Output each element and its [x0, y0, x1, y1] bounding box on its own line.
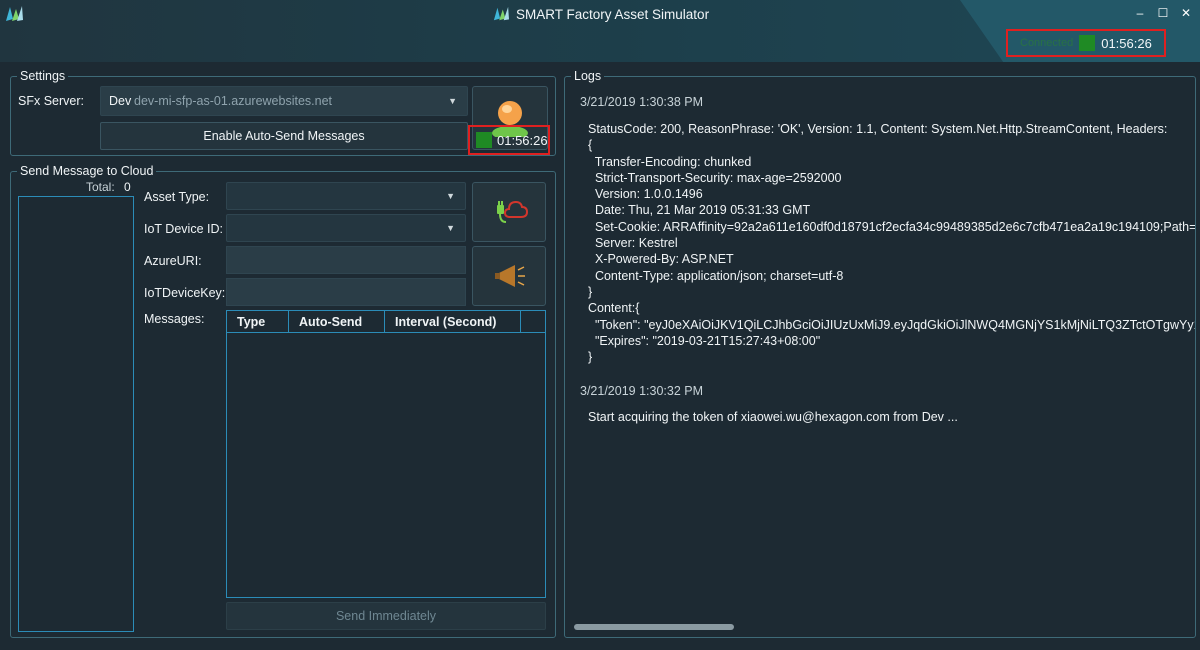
asset-list[interactable]	[18, 196, 134, 632]
title-logo-icon	[493, 6, 509, 21]
session-timer: 01:56:26	[497, 132, 548, 148]
log-line: X-Powered-By: ASP.NET	[588, 252, 734, 267]
log-line: Content:{	[588, 301, 640, 316]
window-title: SMART Factory Asset Simulator	[516, 6, 710, 22]
chevron-down-icon: ▼	[448, 96, 457, 106]
log-entry-body: StatusCode: 200, ReasonPhrase: 'OK', Ver…	[588, 121, 1195, 365]
log-line: Server: Kestrel	[588, 236, 678, 251]
log-line: Date: Thu, 21 Mar 2019 05:31:33 GMT	[588, 203, 811, 218]
device-id-label: IoT Device ID:	[144, 222, 223, 236]
log-line: Version: 1.0.0.1496	[588, 187, 703, 202]
column-interval[interactable]: Interval (Second)	[385, 311, 521, 332]
connection-status-text: Connected	[1020, 37, 1074, 49]
server-host: dev-mi-sfp-as-01.azurewebsites.net	[134, 94, 332, 108]
enable-auto-send-button[interactable]: Enable Auto-Send Messages	[100, 122, 468, 150]
log-line: "Token": "eyJ0eXAiOiJKV1QiLCJhbGciOiJIUz…	[588, 317, 1195, 332]
total-value: 0	[124, 180, 131, 194]
logs-group-title: Logs	[571, 69, 605, 83]
broadcast-button[interactable]	[472, 246, 546, 306]
chevron-down-icon: ▼	[446, 191, 455, 201]
total-label: Total:	[86, 180, 115, 194]
status-indicator	[1079, 35, 1096, 51]
device-key-field[interactable]	[226, 278, 466, 306]
log-line: }	[588, 350, 593, 365]
session-timer-box: 01:56:26	[468, 125, 550, 155]
header-status: Connected 01:56:26	[1006, 29, 1166, 57]
connect-device-button[interactable]	[472, 182, 546, 242]
header-timer: 01:56:26	[1101, 35, 1152, 51]
log-line: Start acquiring the token of xiaowei.wu@…	[588, 410, 958, 424]
log-line: Content-Type: application/json; charset=…	[588, 268, 844, 283]
messages-label: Messages:	[144, 312, 205, 326]
server-select[interactable]: Dev dev-mi-sfp-as-01.azurewebsites.net ▼	[100, 86, 468, 116]
settings-group-title: Settings	[17, 69, 69, 83]
log-line: Transfer-Encoding: chunked	[588, 154, 752, 169]
minimize-button[interactable]: –	[1132, 6, 1148, 20]
grid-header: Type Auto-Send Interval (Second)	[227, 311, 545, 333]
send-immediately-button[interactable]: Send Immediately	[226, 602, 546, 630]
azure-uri-field[interactable]	[226, 246, 466, 274]
column-auto-send[interactable]: Auto-Send	[289, 311, 385, 332]
messages-grid[interactable]: Type Auto-Send Interval (Second)	[226, 310, 546, 598]
device-id-select[interactable]: ▼	[226, 214, 466, 242]
server-label: SFx Server:	[18, 94, 84, 108]
log-horizontal-scrollbar[interactable]	[574, 624, 734, 630]
app-logo-icon	[6, 6, 23, 21]
log-line: "Expires": "2019-03-21T15:27:43+08:00"	[588, 333, 821, 348]
title-bar: SMART Factory Asset Simulator – ☐ ✕ Conn…	[0, 0, 1200, 62]
megaphone-icon	[495, 265, 525, 287]
send-group-title: Send Message to Cloud	[17, 164, 157, 178]
chevron-down-icon: ▼	[446, 223, 455, 233]
log-entry-date: 3/21/2019 1:30:38 PM	[580, 95, 704, 109]
log-line: Strict-Transport-Security: max-age=25920…	[588, 170, 842, 185]
asset-type-select[interactable]: ▼	[226, 182, 466, 210]
log-line: }	[588, 284, 593, 299]
log-line: {	[588, 138, 593, 153]
server-env: Dev	[109, 94, 132, 108]
azure-uri-label: AzureURI:	[144, 254, 202, 268]
session-status-indicator	[476, 132, 492, 148]
log-viewer[interactable]: 3/21/2019 1:30:38 PM StatusCode: 200, Re…	[565, 88, 1195, 618]
close-button[interactable]: ✕	[1178, 6, 1194, 20]
column-type[interactable]: Type	[227, 311, 289, 332]
plug-cloud-icon	[497, 200, 529, 223]
log-entry-date: 3/21/2019 1:30:32 PM	[580, 384, 704, 398]
device-key-label: IoTDeviceKey:	[144, 286, 226, 300]
log-line: StatusCode: 200, ReasonPhrase: 'OK', Ver…	[588, 122, 1168, 136]
maximize-button[interactable]: ☐	[1155, 6, 1171, 20]
log-line: Set-Cookie: ARRAffinity=92a2a611e160df0d…	[588, 219, 1195, 234]
asset-type-label: Asset Type:	[144, 190, 210, 204]
